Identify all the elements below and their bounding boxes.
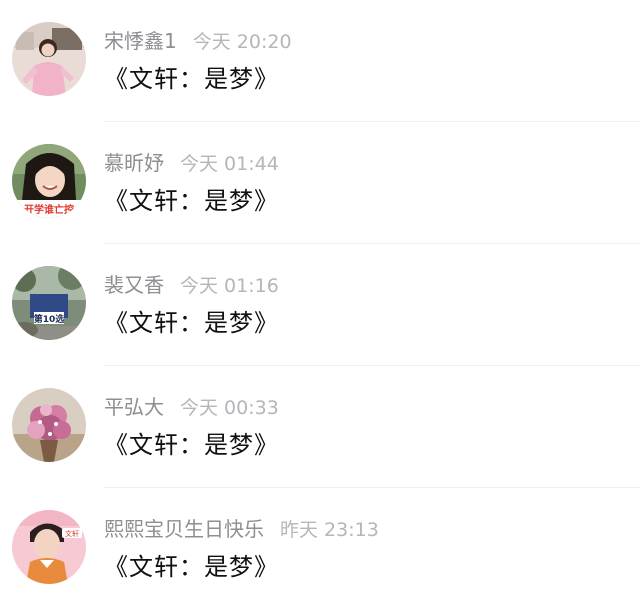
username[interactable]: 宋悸鑫1: [104, 29, 177, 53]
avatar-photo-girl-pink-outfit: [12, 22, 86, 96]
username[interactable]: 慕昕妤: [104, 151, 164, 175]
comment-item[interactable]: 第10选 裴又香 今天 01:16 《文轩：是梦》: [0, 244, 640, 366]
avatar-photo-outdoor-scene: 第10选: [12, 266, 86, 340]
timestamp: 昨天 23:13: [280, 519, 379, 541]
avatar-photo-boy-pink-background: 文轩: [12, 510, 86, 584]
comment-item[interactable]: 开学谁亡控 慕昕妤 今天 01:44 《文轩：是梦》: [0, 122, 640, 244]
username[interactable]: 熙熙宝贝生日快乐: [104, 517, 264, 541]
avatar[interactable]: 开学谁亡控: [12, 144, 86, 218]
comment-item[interactable]: 文轩 熙熙宝贝生日快乐 昨天 23:13 《文轩：是梦》: [0, 488, 640, 591]
comment-text: 《文轩：是梦》: [104, 309, 279, 337]
avatar-caption: 开学谁亡控: [24, 203, 74, 216]
avatar-photo-girl-smiling: 开学谁亡控: [12, 144, 86, 218]
comment-text: 《文轩：是梦》: [104, 65, 279, 93]
timestamp: 今天 01:44: [180, 153, 279, 175]
comment-list: 宋悸鑫1 今天 20:20 《文轩：是梦》 开学谁亡控 慕昕妤 今天 01:44 《…: [0, 0, 640, 591]
username[interactable]: 裴又香: [104, 273, 164, 297]
timestamp: 今天 20:20: [192, 31, 292, 53]
comment-text: 《文轩：是梦》: [104, 553, 279, 581]
comment-text: 《文轩：是梦》: [104, 431, 279, 459]
avatar-photo-flower-bouquet: [12, 388, 86, 462]
avatar-caption: 文轩: [65, 529, 79, 538]
avatar[interactable]: [12, 388, 86, 462]
comment-item[interactable]: 平弘大 今天 00:33 《文轩：是梦》: [0, 366, 640, 488]
avatar[interactable]: 文轩: [12, 510, 86, 584]
comment-item[interactable]: 宋悸鑫1 今天 20:20 《文轩：是梦》: [0, 0, 640, 122]
avatar[interactable]: [12, 22, 86, 96]
username[interactable]: 平弘大: [104, 395, 164, 419]
timestamp: 今天 01:16: [180, 275, 279, 297]
avatar-caption: 第10选: [34, 313, 65, 325]
avatar[interactable]: 第10选: [12, 266, 86, 340]
comment-text: 《文轩：是梦》: [104, 187, 279, 215]
timestamp: 今天 00:33: [180, 397, 279, 419]
